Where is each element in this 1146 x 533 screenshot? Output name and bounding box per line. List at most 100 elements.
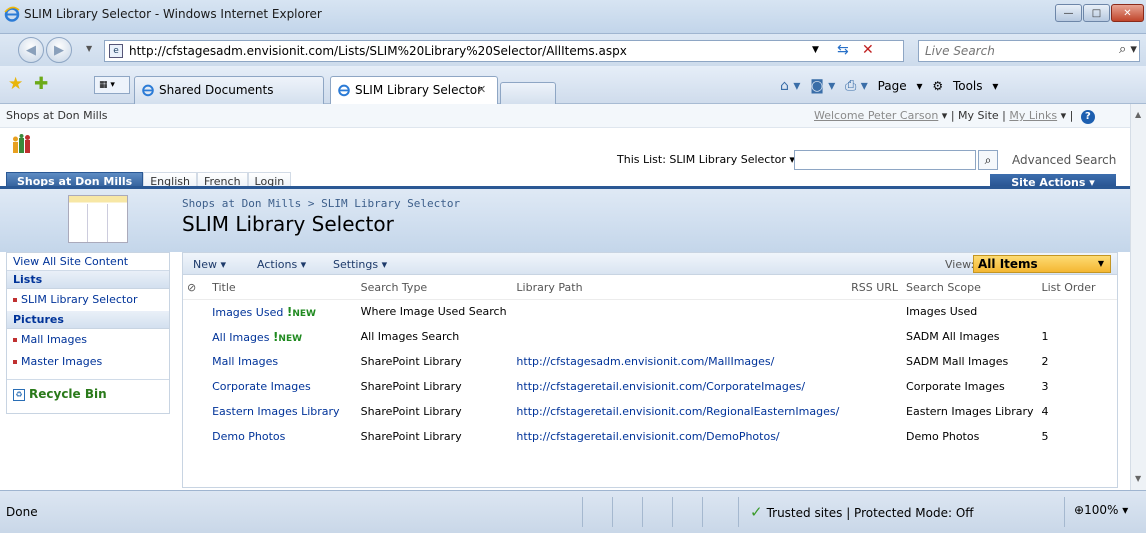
site-search-input[interactable] <box>794 150 976 170</box>
tab-shared-documents[interactable]: Shared Documents <box>134 76 324 104</box>
row-library-path[interactable] <box>512 299 843 324</box>
page-menu[interactable]: Page ▾ <box>878 79 923 93</box>
bullet-icon <box>13 338 17 342</box>
status-bar: Done ✓ Trusted sites | Protected Mode: Of… <box>0 490 1146 533</box>
row-library-path[interactable]: http://cfstageretail.envisionit.com/Demo… <box>512 424 843 449</box>
quicklaunch-item-master-images[interactable]: Master Images <box>7 351 169 373</box>
page-title-area: Shops at Don Mills > SLIM Library Select… <box>0 186 1130 252</box>
refresh-icon[interactable]: ⇆ <box>837 42 849 58</box>
back-button[interactable]: ◀ <box>18 37 44 63</box>
row-library-path[interactable]: http://cfstageretail.envisionit.com/Regi… <box>512 399 843 424</box>
new-menu[interactable]: New ▾ <box>193 258 226 271</box>
address-dropdown-icon[interactable]: ▼ <box>812 45 819 55</box>
table-row: Mall Images SharePoint Library http://cf… <box>183 349 1117 374</box>
new-tab-button[interactable] <box>500 82 556 104</box>
row-library-path[interactable] <box>512 324 843 349</box>
close-window-button[interactable]: ✕ <box>1111 4 1144 22</box>
column-header-search-scope[interactable]: Search Scope <box>902 277 1038 300</box>
view-all-site-content-link[interactable]: View All Site Content <box>7 253 169 271</box>
advanced-search-link[interactable]: Advanced Search <box>1012 153 1116 167</box>
quick-tabs-button[interactable]: ▦ ▾ <box>94 76 130 94</box>
row-list-order: 2 <box>1041 355 1049 368</box>
search-scope-select[interactable]: This List: SLIM Library Selector ▾ <box>612 150 800 169</box>
row-search-scope: Corporate Images <box>906 380 1005 393</box>
site-logo-icon <box>13 134 30 153</box>
print-icon[interactable]: ⎙ ▾ <box>845 78 868 94</box>
tools-menu[interactable]: ⚙ Tools ▾ <box>932 79 998 93</box>
lists-heading[interactable]: Lists <box>7 271 169 289</box>
status-divider <box>672 497 673 527</box>
search-go-icon[interactable]: ⌕ <box>978 150 998 170</box>
row-title-link[interactable]: Images Used !NEW <box>208 299 357 324</box>
actions-menu[interactable]: Actions ▾ <box>257 258 306 271</box>
column-header-rss-url[interactable]: RSS URL <box>843 277 903 300</box>
status-divider <box>612 497 613 527</box>
row-title-text: Images Used <box>212 305 284 319</box>
live-search-input[interactable] <box>925 44 1105 58</box>
status-text: Done <box>6 505 38 519</box>
address-url[interactable]: http://cfstagesadm.envisionit.com/Lists/… <box>129 44 627 58</box>
feeds-icon[interactable]: ◙ ▾ <box>810 78 835 94</box>
attachment-column-icon[interactable]: ⊘ <box>183 277 209 300</box>
breadcrumb: Shops at Don Mills > SLIM Library Select… <box>182 197 460 210</box>
recycle-bin-link[interactable]: ♻ Recycle Bin <box>13 387 107 401</box>
row-search-scope: SADM Mall Images <box>906 355 1009 368</box>
my-links-menu[interactable]: My Links <box>1009 109 1057 122</box>
tab-label: Shared Documents <box>159 83 274 97</box>
column-header-library-path[interactable]: Library Path <box>512 277 844 300</box>
quicklaunch-item-mall-images[interactable]: Mall Images <box>7 329 169 351</box>
help-icon[interactable]: ? <box>1080 110 1095 124</box>
row-search-scope: Eastern Images Library <box>906 405 1034 418</box>
table-row: Demo Photos SharePoint Library http://cf… <box>183 424 1117 449</box>
row-search-type: SharePoint Library <box>360 380 462 393</box>
favorites-star-icon[interactable]: ★ <box>8 74 23 94</box>
quicklaunch-item-slim-library-selector[interactable]: SLIM Library Selector <box>7 289 169 311</box>
scroll-down-icon[interactable]: ▼ <box>1135 474 1141 483</box>
view-select-value: All Items <box>978 257 1038 271</box>
scroll-up-icon[interactable]: ▲ <box>1135 110 1141 119</box>
row-rss-url <box>843 299 902 324</box>
column-header-search-type[interactable]: Search Type <box>356 277 513 300</box>
internet-explorer-icon <box>4 6 20 22</box>
maximize-button[interactable]: □ <box>1083 4 1110 22</box>
forward-button[interactable]: ▶ <box>46 37 72 63</box>
site-name[interactable]: Shops at Don Mills <box>6 109 108 122</box>
pictures-heading[interactable]: Pictures <box>7 311 169 329</box>
vertical-scrollbar[interactable]: ▲ ▼ <box>1130 104 1146 490</box>
row-library-path[interactable]: http://cfstageretail.envisionit.com/Corp… <box>512 374 843 399</box>
settings-menu[interactable]: Settings ▾ <box>333 258 387 271</box>
address-bar[interactable]: e http://cfstagesadm.envisionit.com/List… <box>104 40 904 62</box>
home-icon[interactable]: ⌂ ▾ <box>780 78 800 94</box>
row-title-link[interactable]: Eastern Images Library <box>208 399 357 424</box>
row-title-link[interactable]: Demo Photos <box>208 424 357 449</box>
row-library-path[interactable]: http://cfstagesadm.envisionit.com/MallIm… <box>512 349 843 374</box>
column-header-list-order[interactable]: List Order <box>1037 277 1117 300</box>
breadcrumb-site-link[interactable]: Shops at Don Mills <box>182 197 301 210</box>
view-label: View: <box>945 258 975 271</box>
internet-explorer-icon <box>338 84 350 97</box>
welcome-menu[interactable]: Welcome Peter Carson <box>814 109 938 122</box>
settings-menu-label: Settings <box>333 258 379 271</box>
search-icon[interactable]: ⌕ ▾ <box>1119 42 1137 57</box>
security-zone[interactable]: ✓ Trusted sites | Protected Mode: Off <box>750 503 974 521</box>
zoom-control[interactable]: ⊕100% ▾ <box>1074 503 1128 517</box>
my-site-link[interactable]: My Site <box>958 109 999 122</box>
breadcrumb-list-link[interactable]: SLIM Library Selector <box>321 197 460 210</box>
status-divider <box>702 497 703 527</box>
live-search-box[interactable]: ⌕ ▾ <box>918 40 1140 62</box>
row-title-link[interactable]: Mall Images <box>208 349 357 374</box>
add-favorite-icon[interactable]: ✚ <box>34 74 48 94</box>
view-select[interactable]: All Items ▼ <box>973 255 1111 273</box>
stop-icon[interactable]: ✕ <box>862 42 874 58</box>
row-list-order: 1 <box>1041 330 1049 343</box>
minimize-button[interactable]: — <box>1055 4 1082 22</box>
row-title-link[interactable]: Corporate Images <box>208 374 357 399</box>
row-title-text: All Images <box>212 330 270 344</box>
recent-pages-dropdown-icon[interactable]: ▼ <box>86 44 92 53</box>
recycle-bin-icon: ♻ <box>13 388 25 401</box>
row-list-order: 3 <box>1041 380 1049 393</box>
column-header-title[interactable]: Title <box>208 277 357 300</box>
close-tab-icon[interactable]: ✕ <box>477 83 486 96</box>
tab-slim-library-selector[interactable]: SLIM Library Selector ✕ <box>330 76 498 104</box>
row-title-link[interactable]: All Images !NEW <box>208 324 357 349</box>
